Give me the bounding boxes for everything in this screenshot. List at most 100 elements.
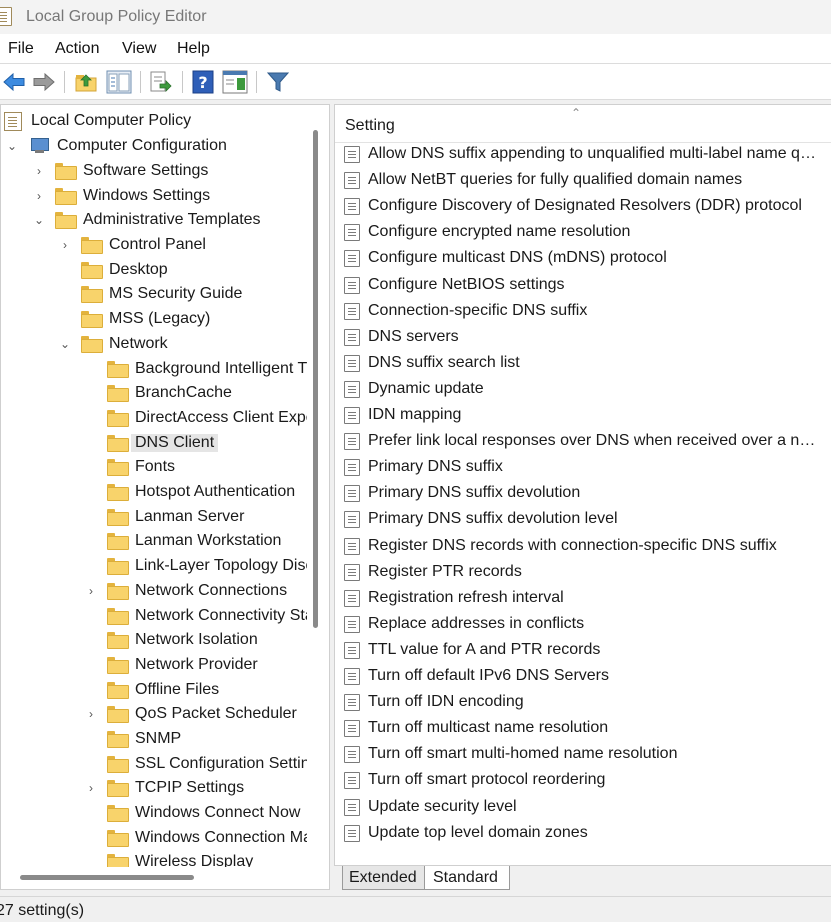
tree-label: Windows Connect Now (135, 804, 301, 821)
setting-row[interactable]: Registration refresh interval (335, 585, 831, 611)
setting-label: IDN mapping (368, 406, 462, 423)
folder-icon (107, 558, 129, 575)
setting-row[interactable]: Primary DNS suffix devolution (335, 480, 831, 506)
tab-extended[interactable]: Extended (342, 866, 428, 890)
tree-item-lanman-server[interactable]: Lanman Server (1, 505, 329, 529)
chevron-right-icon[interactable]: › (32, 189, 46, 203)
setting-row[interactable]: Register PTR records (335, 559, 831, 585)
forward-icon[interactable] (32, 70, 56, 94)
tree-label: Windows Settings (83, 187, 211, 204)
setting-row[interactable]: Register DNS records with connection-spe… (335, 533, 831, 559)
tree-item-tcpip-settings[interactable]: › TCPIP Settings (1, 776, 329, 800)
help-icon[interactable]: ? (192, 70, 214, 94)
tree-item-windows-connect-now[interactable]: Windows Connect Now (1, 801, 329, 825)
setting-row[interactable]: Primary DNS suffix (335, 454, 831, 480)
show-hide-tree-icon[interactable] (106, 70, 132, 94)
settings-pane[interactable]: ⌃ Setting Allow DNS suffix appending to … (334, 104, 831, 866)
menu-file[interactable]: File (8, 40, 34, 58)
tree-item-ms-security-guide[interactable]: MS Security Guide (1, 282, 329, 306)
folder-icon (55, 163, 77, 180)
setting-row[interactable]: Configure Discovery of Designated Resolv… (335, 193, 831, 219)
setting-row[interactable]: Turn off smart multi-homed name resoluti… (335, 741, 831, 767)
setting-row[interactable]: Configure NetBIOS settings (335, 272, 831, 298)
back-icon[interactable] (2, 70, 26, 94)
setting-row[interactable]: Prefer link local responses over DNS whe… (335, 428, 831, 454)
setting-row[interactable]: TTL value for A and PTR records (335, 637, 831, 663)
setting-row[interactable]: Replace addresses in conflicts (335, 611, 831, 637)
setting-row[interactable]: Turn off IDN encoding (335, 689, 831, 715)
chevron-down-icon[interactable]: ⌄ (5, 139, 19, 153)
setting-row[interactable]: Update top level domain zones (335, 820, 831, 846)
tree-item-link-layer-topology[interactable]: Link-Layer Topology Discovery (1, 554, 329, 578)
tree-item-administrative-templates[interactable]: ⌄ Administrative Templates (1, 208, 329, 232)
tree-item-control-panel[interactable]: › Control Panel (1, 233, 329, 257)
tree-item-hotspot-authentication[interactable]: Hotspot Authentication (1, 480, 329, 504)
chevron-right-icon[interactable]: › (84, 781, 98, 795)
tree-item-offline-files[interactable]: Offline Files (1, 678, 329, 702)
chevron-right-icon[interactable]: › (58, 238, 72, 252)
tree-item-directaccess[interactable]: DirectAccess Client Experience Settings (1, 406, 329, 430)
setting-row[interactable]: Dynamic update (335, 376, 831, 402)
chevron-right-icon[interactable]: › (84, 584, 98, 598)
tree-item-software-settings[interactable]: › Software Settings (1, 159, 329, 183)
tree-vertical-scrollbar[interactable] (313, 130, 318, 628)
setting-label: Prefer link local responses over DNS whe… (368, 432, 820, 450)
setting-row[interactable]: Turn off multicast name resolution (335, 715, 831, 741)
tree-item-snmp[interactable]: SNMP (1, 727, 329, 751)
policy-setting-icon (344, 354, 360, 372)
setting-row[interactable]: Allow DNS suffix appending to unqualifie… (335, 141, 831, 167)
tree-label: TCPIP Settings (135, 779, 245, 796)
chevron-down-icon[interactable]: ⌄ (32, 213, 46, 227)
tree-item-desktop[interactable]: Desktop (1, 258, 329, 282)
tree-item-computer-configuration[interactable]: ⌄ Computer Configuration (1, 134, 329, 158)
tree-item-mss-legacy[interactable]: MSS (Legacy) (1, 307, 329, 331)
filter-icon[interactable] (266, 70, 290, 94)
policy-setting-icon (344, 485, 360, 503)
chevron-down-icon[interactable]: ⌄ (58, 337, 72, 351)
tree-item-ssl-configuration[interactable]: SSL Configuration Settings (1, 752, 329, 776)
setting-row[interactable]: IDN mapping (335, 402, 831, 428)
menu-help[interactable]: Help (177, 40, 210, 58)
tree-item-windows-settings[interactable]: › Windows Settings (1, 184, 329, 208)
setting-row[interactable]: Update security level (335, 794, 831, 820)
setting-label: Register PTR records (368, 562, 522, 580)
export-list-icon[interactable] (148, 70, 172, 94)
setting-row[interactable]: DNS servers (335, 324, 831, 350)
menu-action[interactable]: Action (55, 40, 99, 58)
tree-item-lanman-workstation[interactable]: Lanman Workstation (1, 529, 329, 553)
properties-pane-icon[interactable] (222, 70, 248, 94)
tab-standard[interactable]: Standard (424, 866, 510, 890)
setting-row[interactable]: Primary DNS suffix devolution level (335, 506, 831, 532)
toolbar-separator (140, 71, 141, 93)
tree-item-network[interactable]: ⌄ Network (1, 332, 329, 356)
tree-item-network-connectivity-status[interactable]: Network Connectivity Status Indicator (1, 604, 329, 628)
tree-item-network-connections[interactable]: › Network Connections (1, 579, 329, 603)
tree-item-network-provider[interactable]: Network Provider (1, 653, 329, 677)
setting-row[interactable]: Configure encrypted name resolution (335, 219, 831, 245)
column-header-setting[interactable]: ⌃ Setting (335, 105, 831, 143)
tree-item-bits[interactable]: Background Intelligent Transfer Service … (1, 357, 329, 381)
chevron-right-icon[interactable]: › (32, 164, 46, 178)
setting-row[interactable]: DNS suffix search list (335, 350, 831, 376)
tree-item-branchcache[interactable]: BranchCache (1, 381, 329, 405)
setting-row[interactable]: Turn off smart protocol reordering (335, 767, 831, 793)
setting-row[interactable]: Configure multicast DNS (mDNS) protocol (335, 245, 831, 271)
tree-item-local-computer-policy[interactable]: Local Computer Policy (1, 109, 329, 133)
setting-label: Turn off smart multi-homed name resoluti… (368, 745, 678, 763)
chevron-right-icon[interactable]: › (84, 707, 98, 721)
tree-horizontal-scrollbar[interactable] (20, 875, 194, 880)
tree-item-network-isolation[interactable]: Network Isolation (1, 628, 329, 652)
tree-item-windows-connection-manager[interactable]: Windows Connection Manager (1, 826, 329, 850)
policy-setting-icon (344, 772, 360, 790)
setting-row[interactable]: Turn off default IPv6 DNS Servers (335, 663, 831, 689)
menu-view[interactable]: View (122, 40, 156, 58)
setting-label: Allow NetBT queries for fully qualified … (368, 171, 743, 189)
up-folder-icon[interactable] (74, 70, 98, 94)
tree-pane[interactable]: Local Computer Policy ⌄ Computer Configu… (0, 104, 330, 890)
tree-item-fonts[interactable]: Fonts (1, 455, 329, 479)
tree-item-qos-packet-scheduler[interactable]: › QoS Packet Scheduler (1, 702, 329, 726)
policy-setting-icon (344, 224, 360, 242)
tree-item-dns-client[interactable]: DNS Client (1, 431, 329, 455)
setting-row[interactable]: Connection-specific DNS suffix (335, 298, 831, 324)
setting-row[interactable]: Allow NetBT queries for fully qualified … (335, 167, 831, 193)
